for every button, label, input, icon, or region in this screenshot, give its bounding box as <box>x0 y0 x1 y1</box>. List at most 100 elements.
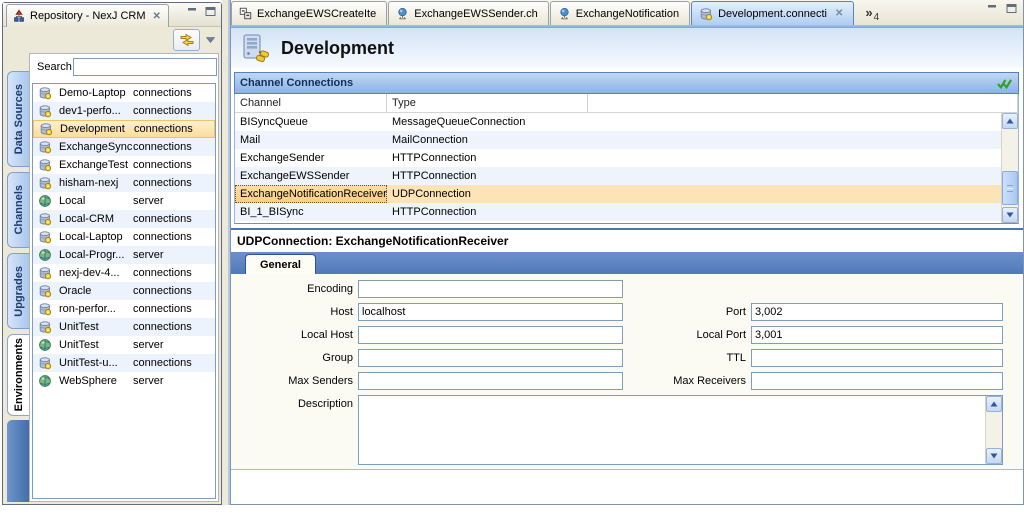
editor-tab-exchangenotification[interactable]: ExchangeNotification <box>550 1 690 25</box>
scroll-up-icon[interactable] <box>1002 113 1018 129</box>
field-description[interactable] <box>358 395 1003 465</box>
field-encoding[interactable] <box>358 280 623 298</box>
item-name: ExchangeSync <box>59 141 132 153</box>
minimize-icon[interactable] <box>187 7 198 16</box>
database-key-icon <box>38 302 52 316</box>
repository-item-local[interactable]: Localserver <box>33 192 215 210</box>
view-menu-dropdown-icon[interactable] <box>203 37 217 43</box>
table-row-bisyncqueue[interactable]: BISyncQueueMessageQueueConnection <box>235 113 1018 131</box>
scroll-down-icon[interactable] <box>1002 207 1018 223</box>
table-row-exchangenotificationreceiver[interactable]: ExchangeNotificationReceiverUDPConnectio… <box>235 185 1018 203</box>
table-row-bi_1_bisync[interactable]: BI_1_BISyncHTTPConnection <box>235 203 1018 221</box>
server-globe-icon <box>38 248 52 262</box>
database-key-icon <box>38 176 52 190</box>
column-header-type[interactable]: Type <box>387 94 588 112</box>
cell-type: MailConnection <box>387 134 588 146</box>
item-type: connections <box>133 357 192 369</box>
repository-item-hisham-nexj[interactable]: hisham-nexjconnections <box>33 174 215 192</box>
repository-item-ron-perfor-[interactable]: ron-perfor...connections <box>33 300 215 318</box>
repository-item-nexj-dev-4-[interactable]: nexj-dev-4...connections <box>33 264 215 282</box>
connection-form: EncodingHostLocal HostGroupMax SendersPo… <box>231 274 1023 470</box>
field-ttl[interactable] <box>751 349 1003 367</box>
repository-item-local-laptop[interactable]: Local-Laptopconnections <box>33 228 215 246</box>
side-tab-data-sources[interactable]: Data Sources <box>7 71 29 167</box>
description-scrollbar[interactable] <box>985 396 1002 464</box>
field-local-port[interactable] <box>751 326 1003 344</box>
cell-channel: ExchangeEWSSender <box>235 170 387 182</box>
scrollbar-thumb[interactable] <box>1002 171 1018 205</box>
editor-tab-label: ExchangeEWSSender.ch <box>414 8 538 20</box>
search-input[interactable] <box>73 58 217 76</box>
item-type: connections <box>134 123 193 135</box>
item-name: UnitTest <box>59 321 99 333</box>
repository-item-development[interactable]: Developmentconnections <box>33 120 215 138</box>
side-tab-environments[interactable]: Environments <box>7 334 29 416</box>
field-max-senders[interactable] <box>358 372 623 390</box>
label-local-host: Local Host <box>233 326 353 341</box>
field-local-host[interactable] <box>358 326 623 344</box>
database-key-icon <box>38 212 52 226</box>
search-row: Search <box>30 54 218 82</box>
editor-tab-bar: ExchangeEWSCreateIte ExchangeEWSSender.ch… <box>231 0 1023 25</box>
channel-connections-title: Channel Connections <box>235 77 353 89</box>
repository-item-dev1-perfo-[interactable]: dev1-perfo...connections <box>33 102 215 120</box>
panel-sash[interactable] <box>222 0 230 505</box>
editor-tab-exchangeewssender-ch[interactable]: ExchangeEWSSender.ch <box>388 1 549 25</box>
cell-channel: BI_1_BISync <box>235 206 387 218</box>
scroll-down-icon[interactable] <box>986 448 1002 464</box>
hidden-tabs-chevron[interactable]: »4 <box>865 5 878 20</box>
database-key-icon <box>39 122 53 136</box>
repository-item-oracle[interactable]: Oracleconnections <box>33 282 215 300</box>
item-name: ron-perfor... <box>59 303 116 315</box>
side-tab-channels[interactable]: Channels <box>7 172 29 248</box>
scroll-up-icon[interactable] <box>986 396 1002 412</box>
table-row-mail[interactable]: MailMailConnection <box>235 131 1018 149</box>
repository-item-unittest[interactable]: UnitTestserver <box>33 336 215 354</box>
link-with-editor-button[interactable] <box>173 29 200 51</box>
cell-type: HTTPConnection <box>387 170 588 182</box>
repository-list: Demo-Laptopconnectionsdev1-perfo...conne… <box>32 83 216 499</box>
repository-view-tab[interactable]: Repository - NexJ CRM ✕ <box>6 4 169 27</box>
repository-item-demo-laptop[interactable]: Demo-Laptopconnections <box>33 84 215 102</box>
item-type: server <box>133 195 164 207</box>
field-host[interactable] <box>358 303 623 321</box>
field-group[interactable] <box>358 349 623 367</box>
minimize-icon[interactable] <box>987 4 998 13</box>
database-key-icon <box>38 86 52 100</box>
repository-item-local-crm[interactable]: Local-CRMconnections <box>33 210 215 228</box>
repository-item-unittest-u-[interactable]: UnitTest-u...connections <box>33 354 215 372</box>
double-check-icon <box>996 76 1013 91</box>
column-header-blank[interactable] <box>588 94 1018 112</box>
side-tab-label: Environments <box>13 338 25 411</box>
item-type: connections <box>133 141 192 153</box>
maximize-icon[interactable] <box>205 7 216 16</box>
tab-general[interactable]: General <box>245 254 316 274</box>
table-scrollbar[interactable] <box>1001 113 1018 223</box>
repository-item-exchangesync[interactable]: ExchangeSyncconnections <box>33 138 215 156</box>
item-name: UnitTest <box>59 339 99 351</box>
close-icon[interactable]: ✕ <box>153 11 161 22</box>
close-icon[interactable]: ✕ <box>835 8 843 19</box>
table-row-exchangesender[interactable]: ExchangeSenderHTTPConnection <box>235 149 1018 167</box>
side-tab-upgrades[interactable]: Upgrades <box>7 253 29 329</box>
field-max-receivers[interactable] <box>751 372 1003 390</box>
item-name: WebSphere <box>59 375 117 387</box>
column-header-channel[interactable]: Channel <box>235 94 387 112</box>
repository-toolbar <box>3 27 221 53</box>
item-name: dev1-perfo... <box>59 105 121 117</box>
label-encoding: Encoding <box>233 280 353 295</box>
maximize-icon[interactable] <box>1006 4 1017 13</box>
repository-item-local-progr-[interactable]: Local-Progr...server <box>33 246 215 264</box>
field-port[interactable] <box>751 303 1003 321</box>
item-name: Oracle <box>59 285 91 297</box>
repository-content: Search Demo-Laptopconnectionsdev1-perfo.… <box>29 53 219 502</box>
repository-item-unittest[interactable]: UnitTestconnections <box>33 318 215 336</box>
table-row-exchangeewssender[interactable]: ExchangeEWSSenderHTTPConnection <box>235 167 1018 185</box>
editor-tab-development-connecti[interactable]: Development.connecti✕ <box>691 1 854 25</box>
repository-item-websphere[interactable]: WebSphereserver <box>33 372 215 390</box>
editor-tab-exchangeewscreateite[interactable]: ExchangeEWSCreateIte <box>231 1 387 25</box>
item-type: connections <box>133 177 192 189</box>
item-type: connections <box>133 159 192 171</box>
database-key-icon <box>38 356 52 370</box>
repository-item-exchangetest[interactable]: ExchangeTestconnections <box>33 156 215 174</box>
